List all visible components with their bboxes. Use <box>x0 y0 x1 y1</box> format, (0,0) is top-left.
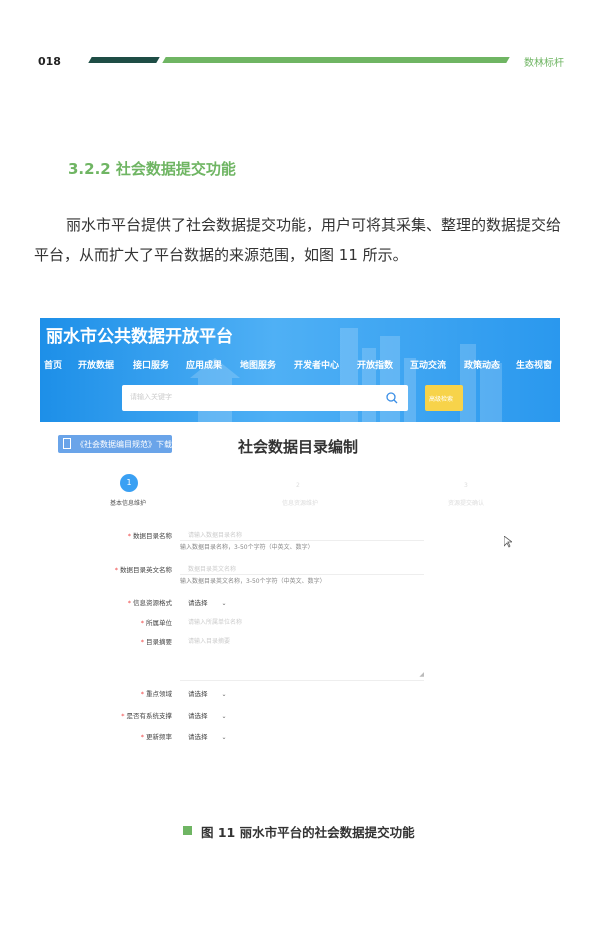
advanced-search-label: 高级检索 <box>429 396 454 403</box>
en-name-input[interactable]: 数据目录英文名称 <box>188 564 236 573</box>
summary-textarea-box[interactable]: ◢ <box>180 630 424 681</box>
caption-marker <box>183 826 192 835</box>
chevron-down-icon: ⌄ <box>221 691 227 698</box>
search-icon[interactable] <box>380 389 404 407</box>
format-select[interactable]: 请选择 ⌄ <box>188 597 227 607</box>
system-label: * 是否有系统支撑 <box>121 712 172 720</box>
page-number: 018 <box>38 55 61 68</box>
form-heading: 社会数据目录编制 <box>238 438 359 456</box>
name-underline <box>180 540 424 541</box>
domain-label: * 重点领域 <box>140 690 172 698</box>
step-2-num: 2 <box>296 482 300 489</box>
nav-item-apps[interactable]: 应用成果 <box>186 358 222 371</box>
unit-input[interactable]: 请输入所属单位名称 <box>188 617 242 626</box>
step-2-label: 信息资源维护 <box>282 500 319 507</box>
unit-label: * 所属单位 <box>140 619 172 627</box>
name-input[interactable]: 请输入数据目录名称 <box>188 530 242 539</box>
nav-item-interaction[interactable]: 互动交流 <box>410 358 446 371</box>
header-bar-green <box>162 57 510 63</box>
document-icon <box>63 438 71 449</box>
resize-handle-icon[interactable]: ◢ <box>419 671 424 678</box>
section-paragraph: 丽水市平台提供了社会数据提交功能，用户可将其采集、整理的数据提交给平台，从而扩大… <box>34 216 562 264</box>
format-label: * 信息资源格式 <box>127 599 172 607</box>
section-title: 3.2.2 社会数据提交功能 <box>68 160 236 178</box>
freq-label: * 更新频率 <box>140 733 172 741</box>
nav-item-index[interactable]: 开放指数 <box>357 358 393 371</box>
step-1-label: 基本信息维护 <box>110 500 147 507</box>
brand-label: 数林标杆 <box>524 58 564 69</box>
site-nav: 首页 开放数据 接口服务 应用成果 地图服务 开发者中心 开放指数 互动交流 政… <box>40 358 560 374</box>
nav-item-open-data[interactable]: 开放数据 <box>78 358 114 371</box>
step-3-label: 资源提交确认 <box>448 500 485 507</box>
mouse-cursor-icon <box>504 536 512 548</box>
nav-item-policy[interactable]: 政策动态 <box>464 358 500 371</box>
spec-download-button[interactable]: 《社会数据编目规范》下载 <box>58 435 172 453</box>
name-label: * 数据目录名称 <box>127 532 172 540</box>
system-select[interactable]: 请选择 ⌄ <box>188 710 227 720</box>
figure-caption: 图 11 丽水市平台的社会数据提交功能 <box>201 825 415 840</box>
summary-label: * 目录摘要 <box>140 638 172 646</box>
nav-item-developer[interactable]: 开发者中心 <box>294 358 339 371</box>
site-banner: 丽水市公共数据开放平台 首页 开放数据 接口服务 应用成果 地图服务 开发者中心… <box>40 318 560 422</box>
nav-item-eco[interactable]: 生态视窗 <box>516 358 552 371</box>
site-title: 丽水市公共数据开放平台 <box>46 327 233 347</box>
chevron-down-icon: ⌄ <box>221 734 227 741</box>
header-bar-dark <box>88 57 160 63</box>
search-placeholder: 请输入关键字 <box>130 393 172 401</box>
en-name-label: * 数据目录英文名称 <box>114 566 172 574</box>
domain-select[interactable]: 请选择 ⌄ <box>188 688 227 698</box>
step-3-num: 3 <box>464 482 468 489</box>
search-input[interactable]: 请输入关键字 <box>122 385 408 411</box>
spec-download-label: 《社会数据编目规范》下载 <box>76 440 172 449</box>
en-name-underline <box>180 574 424 575</box>
en-name-hint: 输入数据目录英文名称，3-50个字符（中英文、数字） <box>180 578 326 585</box>
nav-item-home[interactable]: 首页 <box>44 358 62 371</box>
nav-item-api[interactable]: 接口服务 <box>133 358 169 371</box>
chevron-down-icon: ⌄ <box>221 713 227 720</box>
embedded-screenshot: 丽水市公共数据开放平台 首页 开放数据 接口服务 应用成果 地图服务 开发者中心… <box>40 318 560 774</box>
name-hint: 输入数据目录名称，3-50个字符（中英文、数字） <box>180 544 314 551</box>
advanced-search-button[interactable]: 高级检索 <box>425 385 463 411</box>
step-1-circle: 1 <box>120 474 138 492</box>
chevron-down-icon: ⌄ <box>221 600 227 607</box>
nav-item-map[interactable]: 地图服务 <box>240 358 276 371</box>
freq-select[interactable]: 请选择 ⌄ <box>188 731 227 741</box>
